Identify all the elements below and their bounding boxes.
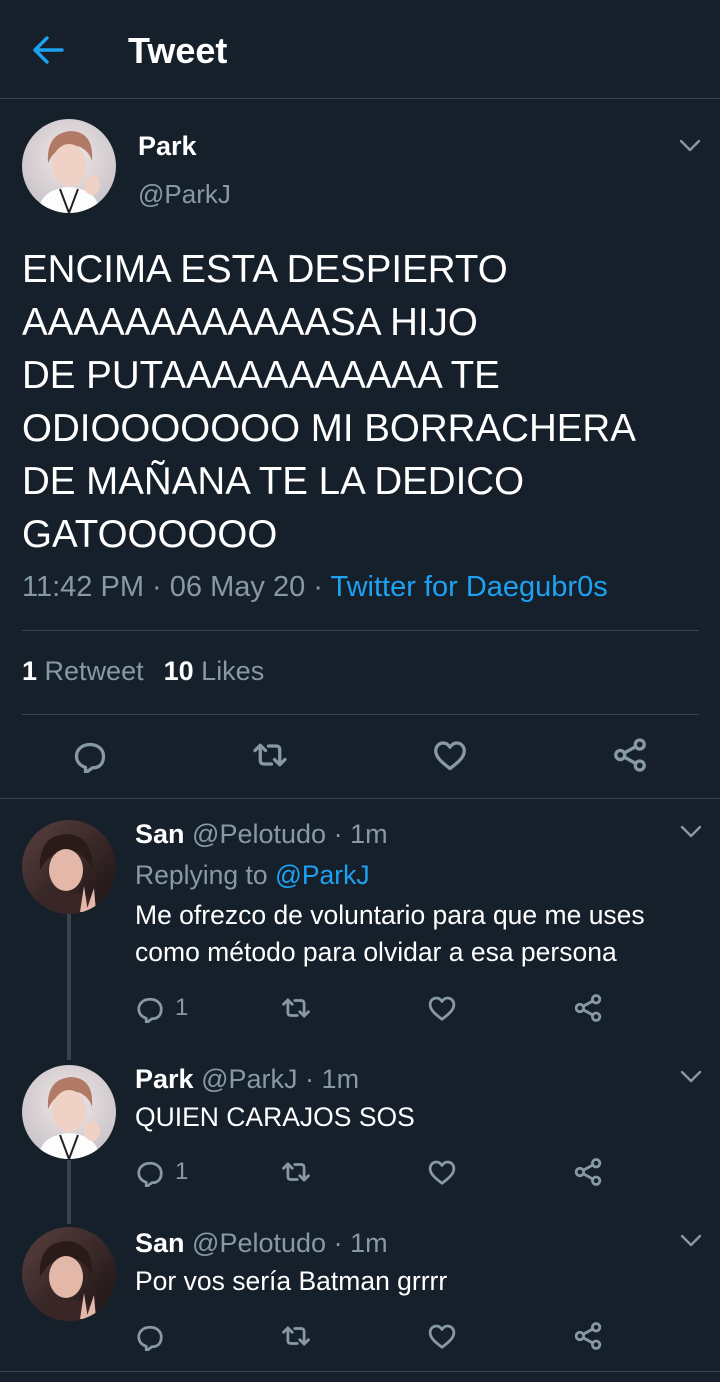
like-icon: [428, 996, 456, 1021]
reply-text: Me ofrezco de voluntario para que me use…: [135, 900, 645, 967]
reply-time[interactable]: 1m: [350, 819, 388, 849]
replying-label: Replying to: [135, 860, 268, 890]
divider: [22, 630, 699, 631]
share-button[interactable]: [612, 737, 648, 773]
like-icon: [434, 741, 466, 771]
back-button[interactable]: [26, 27, 72, 73]
retweet-button[interactable]: [281, 993, 311, 1023]
reply-icon: [137, 1161, 163, 1187]
separator: ·: [313, 571, 323, 603]
divider: [0, 1371, 720, 1372]
author-name[interactable]: Park: [138, 131, 197, 162]
author-name[interactable]: San: [135, 1228, 185, 1258]
reply-tweet[interactable]: San @Pelotudo · 1m Replying to @ParkJ Me…: [0, 799, 720, 1049]
reply-button[interactable]: 1: [135, 1157, 188, 1187]
like-button[interactable]: [432, 737, 468, 773]
separator: ·: [305, 1064, 315, 1094]
reply-button[interactable]: [135, 1321, 175, 1351]
more-options-button[interactable]: [680, 1234, 702, 1248]
reply-text: QUIEN CARAJOS SOS: [135, 1102, 415, 1132]
share-icon: [574, 1322, 602, 1350]
tweet-date[interactable]: 06 May 20: [170, 571, 305, 603]
avatar[interactable]: [22, 1065, 116, 1159]
like-button[interactable]: [427, 1157, 457, 1187]
replying-handle-link[interactable]: @ParkJ: [275, 860, 370, 890]
retweet-icon: [282, 1162, 310, 1182]
header-bar: Tweet: [0, 0, 720, 99]
likes-stat[interactable]: 10 Likes: [164, 656, 265, 686]
avatar[interactable]: [22, 1227, 116, 1321]
like-button[interactable]: [427, 993, 457, 1023]
avatar[interactable]: [22, 820, 116, 914]
separator: ·: [152, 571, 162, 603]
reply-tweet[interactable]: Park @ParkJ · 1m QUIEN CARAJOS SOS 1: [0, 1045, 720, 1215]
separator: ·: [333, 819, 343, 849]
reply-header: San @Pelotudo · 1m: [135, 1228, 388, 1259]
reply-text: Por vos sería Batman grrrr: [135, 1266, 448, 1296]
reply-icon: [137, 997, 163, 1023]
share-icon: [574, 994, 602, 1022]
author-handle[interactable]: @ParkJ: [201, 1064, 297, 1094]
share-icon: [614, 738, 646, 772]
chevron-down-icon: [679, 139, 701, 152]
retweet-icon: [282, 1326, 310, 1346]
reply-count: 1: [175, 994, 189, 1021]
tweet-time: 11:42 PM: [22, 571, 144, 603]
divider: [22, 714, 699, 715]
likes-count: 10: [163, 656, 194, 686]
reply-header: Park @ParkJ · 1m: [135, 1064, 359, 1095]
author-name[interactable]: San: [135, 819, 185, 849]
share-button[interactable]: [573, 1157, 603, 1187]
like-button[interactable]: [427, 1321, 457, 1351]
replying-to: Replying to @ParkJ: [135, 860, 370, 891]
retweets-label: Retweet: [44, 656, 144, 686]
more-options-button[interactable]: [680, 1070, 702, 1084]
reply-icon: [137, 1325, 163, 1351]
likes-label: Likes: [201, 656, 265, 686]
author-handle[interactable]: @Pelotudo: [192, 819, 326, 849]
reply-header: San @Pelotudo · 1m: [135, 819, 388, 850]
chevron-down-icon: [680, 1234, 702, 1247]
reply-tweet[interactable]: San @Pelotudo · 1m Por vos sería Batman …: [0, 1209, 720, 1371]
separator: ·: [333, 1228, 343, 1258]
author-name[interactable]: Park: [135, 1064, 194, 1094]
reply-time[interactable]: 1m: [322, 1064, 360, 1094]
share-button[interactable]: [573, 993, 603, 1023]
reply-button[interactable]: [72, 737, 108, 773]
like-icon: [428, 1160, 456, 1185]
tweet-text: ENCIMA ESTA DESPIERTO AAAAAAAAAAAASA HIJ…: [22, 248, 636, 556]
tweet-source-link[interactable]: Twitter for Daegubr0s: [330, 571, 607, 603]
retweet-icon: [253, 743, 287, 767]
author-handle[interactable]: @ParkJ: [138, 179, 231, 210]
reply-time[interactable]: 1m: [350, 1228, 388, 1258]
share-icon: [574, 1158, 602, 1186]
more-options-button[interactable]: [679, 139, 701, 153]
share-button[interactable]: [573, 1321, 603, 1351]
reply-button[interactable]: 1: [135, 993, 188, 1023]
retweet-button[interactable]: [281, 1157, 311, 1187]
retweet-button[interactable]: [252, 737, 288, 773]
back-arrow-icon: [33, 36, 64, 64]
reply-count: 1: [175, 1158, 189, 1185]
page-title: Tweet: [128, 30, 228, 71]
avatar[interactable]: [22, 119, 116, 213]
author-handle[interactable]: @Pelotudo: [192, 1228, 326, 1258]
retweet-icon: [282, 998, 310, 1018]
tweet-stats: 1 Retweet 10 Likes: [22, 656, 264, 687]
chevron-down-icon: [680, 825, 702, 838]
reply-icon: [74, 742, 106, 773]
main-tweet: Park @ParkJ ENCIMA ESTA DESPIERTO AAAAAA…: [0, 99, 720, 799]
tweet-meta: 11:42 PM · 06 May 20 · Twitter for Daegu…: [22, 571, 608, 604]
retweets-stat[interactable]: 1 Retweet: [22, 656, 144, 686]
retweets-count: 1: [22, 656, 38, 686]
retweet-button[interactable]: [281, 1321, 311, 1351]
like-icon: [428, 1324, 456, 1349]
more-options-button[interactable]: [680, 825, 702, 839]
chevron-down-icon: [680, 1070, 702, 1083]
